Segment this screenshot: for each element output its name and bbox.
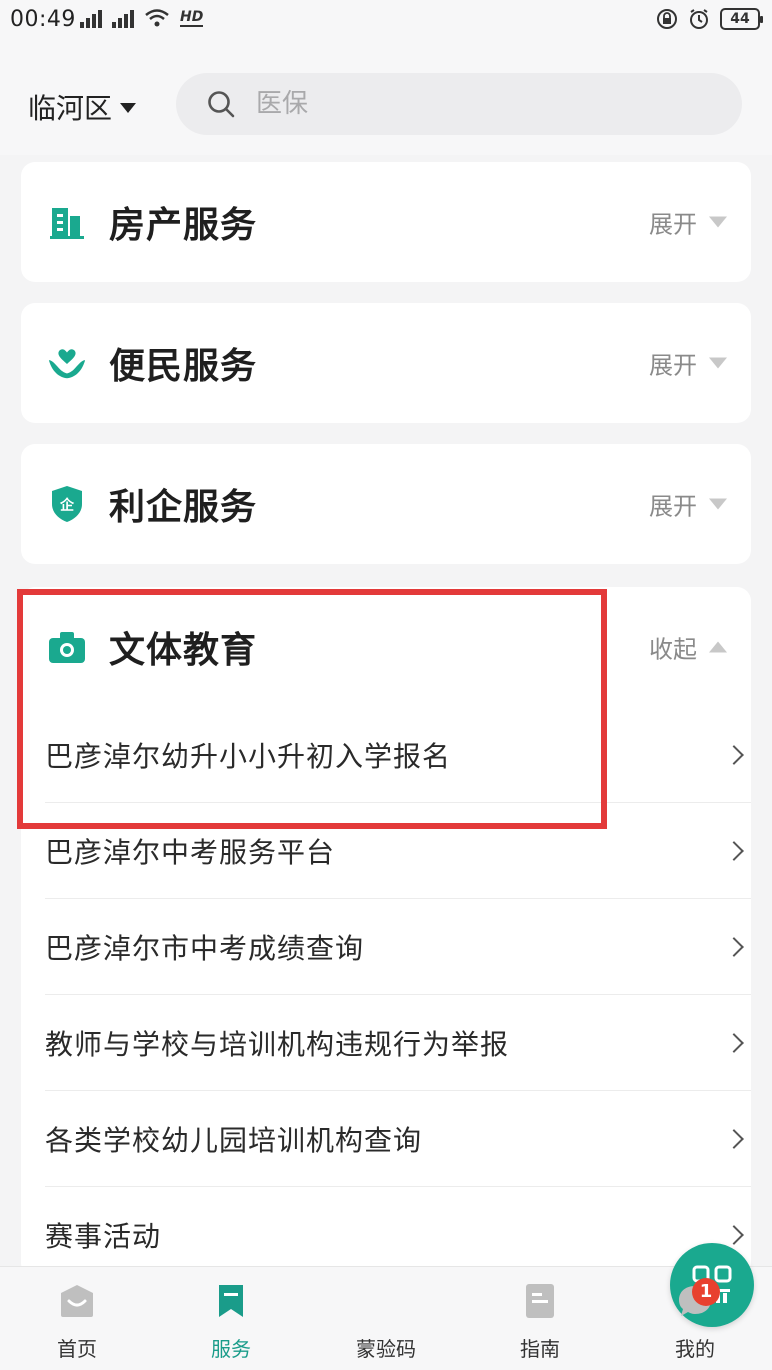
section-title: 房产服务: [109, 205, 258, 246]
bottom-tab-bar: 首页 服务 蒙验码 指南 我的: [0, 1243, 772, 1370]
chevron-right-icon: [724, 744, 744, 765]
list-item-label: 赛事活动: [45, 1220, 162, 1253]
list-item-label: 教师与学校与培训机构违规行为举报: [45, 1027, 510, 1061]
tab-label: 服务: [211, 1337, 251, 1361]
document-icon: [526, 1284, 554, 1318]
home-icon: [61, 1285, 93, 1317]
status-right-icons: 44: [656, 8, 763, 30]
battery-icon: 44: [720, 8, 763, 30]
search-input[interactable]: [256, 89, 676, 119]
service-list: 巴彦淖尔幼升小小升初入学报名 巴彦淖尔中考服务平台 巴彦淖尔市中考成绩查询 教师…: [45, 707, 751, 1283]
hands-heart-icon: [47, 343, 87, 383]
chevron-right-icon: [724, 936, 744, 957]
search-icon: [208, 91, 235, 118]
section-header-public-service[interactable]: 便民服务 展开: [21, 303, 751, 423]
section-card-public-service: 便民服务 展开: [21, 303, 751, 423]
section-header-real-estate[interactable]: 房产服务 展开: [21, 162, 751, 282]
chevron-right-icon: [724, 1128, 744, 1149]
region-selector[interactable]: 临河区: [28, 87, 137, 127]
expand-toggle[interactable]: 展开: [649, 346, 727, 381]
tab-label: 我的: [675, 1337, 715, 1361]
svg-text:企: 企: [59, 497, 75, 514]
chevron-right-icon: [724, 840, 744, 861]
list-item[interactable]: 巴彦淖尔幼升小小升初入学报名: [45, 707, 751, 803]
list-item-label: 各类学校幼儿园培训机构查询: [45, 1123, 423, 1157]
status-time: 00:49: [10, 7, 76, 32]
tab-label: 蒙验码: [356, 1337, 416, 1361]
list-item-label: 巴彦淖尔中考服务平台: [45, 835, 336, 869]
lock-rotation-icon: [657, 9, 677, 29]
expand-toggle[interactable]: 展开: [649, 205, 727, 240]
shield-icon: 企: [47, 484, 87, 524]
status-bar: 00:49 HD 44: [0, 0, 772, 40]
notification-badge: 1: [692, 1278, 720, 1306]
section-header-enterprise[interactable]: 企 利企服务 展开: [21, 444, 751, 564]
signal-icon-2: [112, 8, 134, 28]
tab-guide[interactable]: 指南: [480, 1267, 600, 1370]
toggle-label: 展开: [649, 492, 697, 521]
section-header-culture-education[interactable]: 文体教育 收起: [21, 587, 751, 707]
tab-label: 首页: [57, 1337, 97, 1361]
tab-service[interactable]: 服务: [171, 1267, 291, 1370]
building-icon: [47, 202, 87, 242]
section-card-enterprise: 企 利企服务 展开: [21, 444, 751, 564]
bookmark-icon: [219, 1285, 243, 1317]
collapse-toggle[interactable]: 收起: [649, 630, 727, 665]
toggle-label: 展开: [649, 351, 697, 380]
list-item[interactable]: 巴彦淖尔市中考成绩查询: [45, 899, 751, 995]
section-card-culture-education: 文体教育 收起 巴彦淖尔幼升小小升初入学报名 巴彦淖尔中考服务平台 巴彦淖尔市中…: [21, 587, 751, 1277]
chevron-right-icon: [724, 1032, 744, 1053]
section-title: 利企服务: [109, 487, 258, 528]
toggle-label: 展开: [649, 210, 697, 239]
wifi-icon: [145, 9, 169, 27]
caret-down-icon: [120, 103, 137, 113]
list-item[interactable]: 巴彦淖尔中考服务平台: [45, 803, 751, 899]
list-item[interactable]: 教师与学校与培训机构违规行为举报: [45, 995, 751, 1091]
triangle-down-icon: [709, 498, 727, 510]
list-item-label: 巴彦淖尔市中考成绩查询: [45, 931, 365, 965]
signal-icon: [80, 8, 102, 28]
triangle-down-icon: [709, 216, 727, 228]
section-card-real-estate: 房产服务 展开: [21, 162, 751, 282]
alarm-icon: [690, 9, 708, 29]
chevron-right-icon: [724, 1225, 744, 1245]
region-label: 临河区: [28, 92, 113, 125]
status-left-icons: HD: [80, 8, 204, 28]
toggle-label: 收起: [649, 635, 697, 664]
expand-toggle[interactable]: 展开: [649, 487, 727, 522]
triangle-up-icon: [709, 641, 727, 653]
section-title: 文体教育: [109, 630, 258, 671]
list-item[interactable]: 各类学校幼儿园培训机构查询: [45, 1091, 751, 1187]
search-bar[interactable]: [176, 73, 742, 135]
tab-home[interactable]: 首页: [17, 1267, 137, 1370]
camera-icon: [47, 627, 87, 667]
top-header: 临河区: [0, 40, 772, 155]
section-title: 便民服务: [109, 346, 258, 387]
tab-label: 指南: [520, 1337, 560, 1361]
list-item-label: 巴彦淖尔幼升小小升初入学报名: [45, 739, 452, 773]
triangle-down-icon: [709, 357, 727, 369]
hd-network-icon: HD: [180, 9, 204, 27]
tab-qr-code[interactable]: 蒙验码: [326, 1243, 754, 1370]
